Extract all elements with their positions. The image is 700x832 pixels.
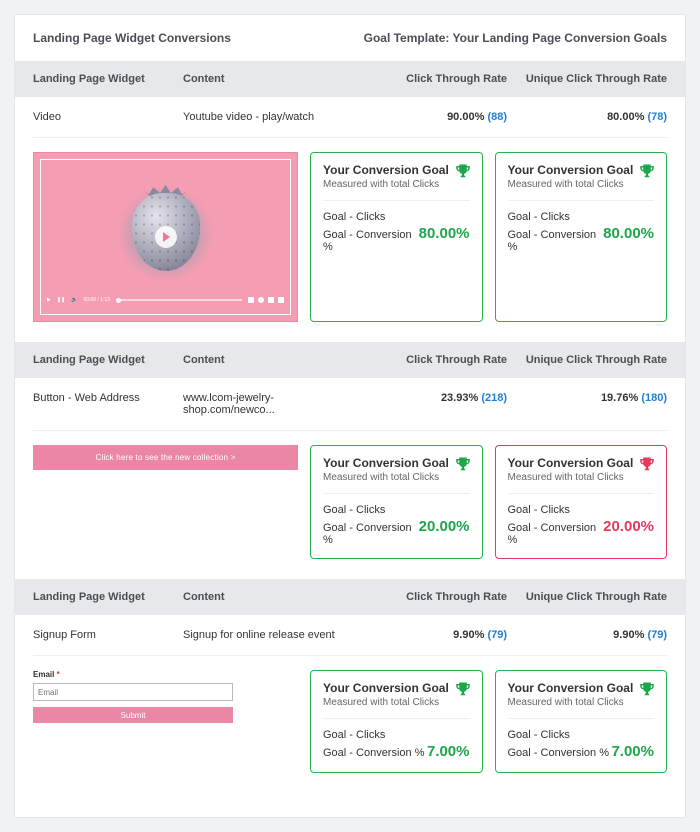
col-content: Content bbox=[183, 354, 357, 366]
goal-card-subtitle: Measured with total Clicks bbox=[508, 179, 655, 201]
button-banner-preview[interactable]: Click here to see the new collection > bbox=[33, 445, 298, 470]
col-ctr: Click Through Rate bbox=[357, 354, 507, 366]
goal-conversion-row: Goal - Conversion % 80.00% bbox=[323, 225, 470, 253]
goal-card-title: Your Conversion Goal bbox=[508, 681, 655, 695]
goal-conversion-row: Goal - Conversion % 80.00% bbox=[508, 225, 655, 253]
uctr-count[interactable]: (180) bbox=[641, 392, 667, 404]
widget-name: Signup Form bbox=[33, 629, 183, 641]
col-uctr: Unique Click Through Rate bbox=[507, 73, 667, 85]
play-icon[interactable] bbox=[155, 226, 177, 248]
goal-card-title: Your Conversion Goal bbox=[323, 681, 470, 695]
trophy-icon bbox=[638, 681, 656, 699]
uctr-count[interactable]: (78) bbox=[647, 111, 667, 123]
signup-form-preview: Email * Submit bbox=[33, 670, 298, 723]
goal-conversion-pct: 80.00% bbox=[603, 225, 654, 242]
goal-card-subtitle: Measured with total Clicks bbox=[323, 179, 470, 201]
widget-content: Signup for online release event bbox=[183, 629, 357, 641]
video-preview[interactable]: ▶❚❚🔊00:00 / 1:13 bbox=[33, 152, 298, 322]
preview-box: ▶❚❚🔊00:00 / 1:13 bbox=[33, 152, 298, 322]
uctr-value: 9.90% (79) bbox=[507, 629, 667, 641]
trophy-icon bbox=[638, 163, 656, 181]
preview-box: Email * Submit bbox=[33, 670, 298, 773]
col-widget: Landing Page Widget bbox=[33, 73, 183, 85]
conversion-goal-card[interactable]: Your Conversion Goal Measured with total… bbox=[495, 152, 668, 322]
trophy-icon bbox=[638, 456, 656, 474]
goal-card-title: Your Conversion Goal bbox=[508, 456, 655, 470]
goal-card-title: Your Conversion Goal bbox=[323, 456, 470, 470]
conversions-panel: Landing Page Widget Conversions Goal Tem… bbox=[14, 14, 686, 818]
col-content: Content bbox=[183, 73, 357, 85]
conversion-goal-card[interactable]: Your Conversion Goal Measured with total… bbox=[310, 445, 483, 559]
goal-conversion-row: Goal - Conversion % 7.00% bbox=[508, 743, 655, 760]
uctr-count[interactable]: (79) bbox=[647, 629, 667, 641]
goal-clicks-row: Goal - Clicks bbox=[508, 504, 655, 516]
goal-conversion-row: Goal - Conversion % 7.00% bbox=[323, 743, 470, 760]
widget-content: Youtube video - play/watch bbox=[183, 111, 357, 123]
widget-name: Video bbox=[33, 111, 183, 123]
panel-title: Landing Page Widget Conversions bbox=[33, 31, 231, 45]
goal-conversion-row: Goal - Conversion % 20.00% bbox=[508, 518, 655, 546]
conversion-goal-card[interactable]: Your Conversion Goal Measured with total… bbox=[495, 445, 668, 559]
goal-clicks-row: Goal - Clicks bbox=[323, 211, 470, 223]
col-ctr: Click Through Rate bbox=[357, 591, 507, 603]
goal-clicks-row: Goal - Clicks bbox=[323, 504, 470, 516]
trophy-icon bbox=[454, 456, 472, 474]
conversion-goal-card[interactable]: Your Conversion Goal Measured with total… bbox=[310, 152, 483, 322]
widget-content: www.lcom-jewelry-shop.com/newco... bbox=[183, 392, 357, 416]
widget-data-row: Signup Form Signup for online release ev… bbox=[33, 615, 667, 656]
conversion-goal-card[interactable]: Your Conversion Goal Measured with total… bbox=[310, 670, 483, 773]
goal-template-label: Goal Template: Your Landing Page Convers… bbox=[364, 31, 667, 45]
col-content: Content bbox=[183, 591, 357, 603]
widget-name: Button - Web Address bbox=[33, 392, 183, 416]
goal-clicks-row: Goal - Clicks bbox=[508, 211, 655, 223]
trophy-icon bbox=[454, 163, 472, 181]
ctr-count[interactable]: (79) bbox=[487, 629, 507, 641]
email-field[interactable] bbox=[33, 683, 233, 701]
ctr-value: 90.00% (88) bbox=[357, 111, 507, 123]
col-uctr: Unique Click Through Rate bbox=[507, 591, 667, 603]
trophy-icon bbox=[454, 681, 472, 699]
goal-card-subtitle: Measured with total Clicks bbox=[508, 472, 655, 494]
goal-card-subtitle: Measured with total Clicks bbox=[508, 697, 655, 719]
email-label: Email * bbox=[33, 670, 298, 679]
col-widget: Landing Page Widget bbox=[33, 591, 183, 603]
ctr-count[interactable]: (88) bbox=[487, 111, 507, 123]
goal-card-subtitle: Measured with total Clicks bbox=[323, 697, 470, 719]
col-uctr: Unique Click Through Rate bbox=[507, 354, 667, 366]
goal-conversion-pct: 7.00% bbox=[427, 743, 470, 760]
uctr-value: 19.76% (180) bbox=[507, 392, 667, 416]
panel-header: Landing Page Widget Conversions Goal Tem… bbox=[33, 31, 667, 45]
ctr-value: 9.90% (79) bbox=[357, 629, 507, 641]
uctr-value: 80.00% (78) bbox=[507, 111, 667, 123]
widget-detail-area: ▶❚❚🔊00:00 / 1:13 Your Conversion Goal Me… bbox=[33, 138, 667, 342]
goal-conversion-pct: 80.00% bbox=[419, 225, 470, 242]
widget-data-row: Button - Web Address www.lcom-jewelry-sh… bbox=[33, 378, 667, 431]
goal-conversion-pct: 7.00% bbox=[611, 743, 654, 760]
submit-button[interactable]: Submit bbox=[33, 707, 233, 723]
column-header-row: Landing Page Widget Content Click Throug… bbox=[15, 342, 685, 378]
col-widget: Landing Page Widget bbox=[33, 354, 183, 366]
widget-detail-area: Email * Submit Your Conversion Goal Meas… bbox=[33, 656, 667, 793]
goal-card-title: Your Conversion Goal bbox=[323, 163, 470, 177]
goal-card-title: Your Conversion Goal bbox=[508, 163, 655, 177]
col-ctr: Click Through Rate bbox=[357, 73, 507, 85]
goal-clicks-row: Goal - Clicks bbox=[508, 729, 655, 741]
video-controls[interactable]: ▶❚❚🔊00:00 / 1:13 bbox=[47, 292, 284, 308]
column-header-row: Landing Page Widget Content Click Throug… bbox=[15, 579, 685, 615]
goal-conversion-row: Goal - Conversion % 20.00% bbox=[323, 518, 470, 546]
goal-conversion-pct: 20.00% bbox=[419, 518, 470, 535]
conversion-goal-card[interactable]: Your Conversion Goal Measured with total… bbox=[495, 670, 668, 773]
ctr-value: 23.93% (218) bbox=[357, 392, 507, 416]
column-header-row: Landing Page Widget Content Click Throug… bbox=[15, 61, 685, 97]
ctr-count[interactable]: (218) bbox=[481, 392, 507, 404]
goal-card-subtitle: Measured with total Clicks bbox=[323, 472, 470, 494]
widget-data-row: Video Youtube video - play/watch 90.00% … bbox=[33, 97, 667, 138]
goal-clicks-row: Goal - Clicks bbox=[323, 729, 470, 741]
goal-conversion-pct: 20.00% bbox=[603, 518, 654, 535]
preview-box: Click here to see the new collection > bbox=[33, 445, 298, 559]
widget-detail-area: Click here to see the new collection > Y… bbox=[33, 431, 667, 579]
